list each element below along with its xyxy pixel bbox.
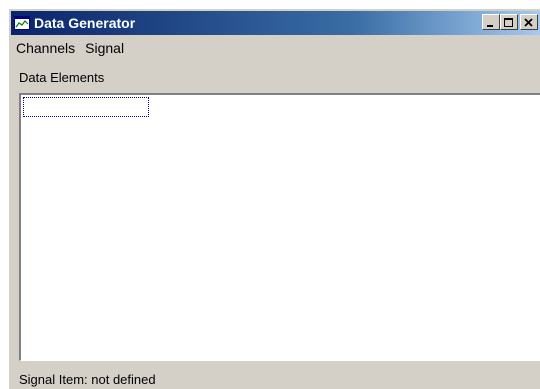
list-focus-item[interactable]	[23, 97, 149, 117]
maximize-icon	[504, 18, 513, 27]
data-elements-list[interactable]	[19, 93, 540, 361]
close-button[interactable]	[520, 14, 538, 30]
close-icon	[524, 18, 533, 27]
data-elements-label: Data Elements	[19, 70, 105, 85]
menu-signal[interactable]: Signal	[80, 38, 129, 58]
window-controls	[482, 14, 538, 32]
minimize-icon	[487, 25, 493, 27]
title-bar[interactable]: Data Generator	[11, 11, 540, 35]
chart-window-icon[interactable]	[14, 15, 30, 31]
data-generator-window: Data Generator Channels Signal Data Elem…	[8, 8, 540, 389]
status-text: Signal Item: not defined	[19, 372, 156, 387]
maximize-button[interactable]	[500, 14, 518, 30]
minimize-button[interactable]	[482, 14, 500, 30]
menu-bar: Channels Signal	[11, 37, 540, 59]
menu-channels[interactable]: Channels	[11, 38, 80, 58]
window-title: Data Generator	[34, 15, 136, 31]
